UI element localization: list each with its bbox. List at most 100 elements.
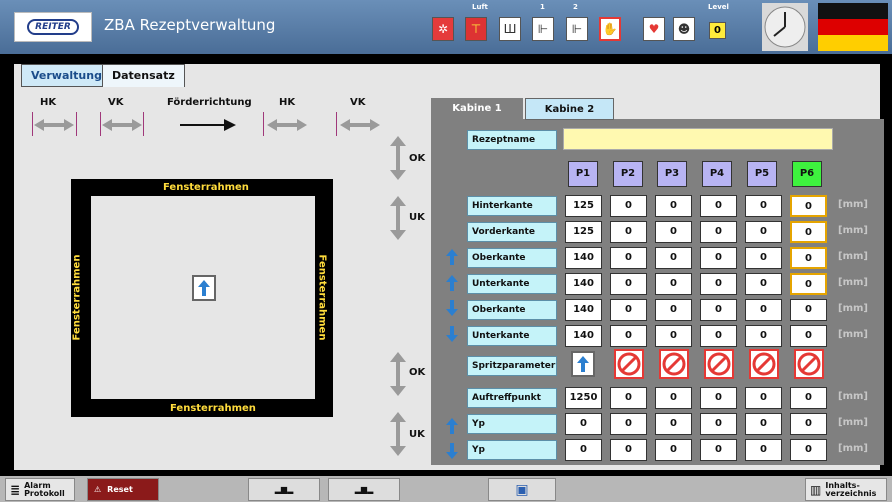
value-field[interactable]: 0: [745, 221, 782, 243]
value-field[interactable]: 0: [610, 299, 647, 321]
row-label: Vorderkante: [467, 222, 557, 242]
value-field[interactable]: 0: [745, 195, 782, 217]
value-field[interactable]: 0: [655, 387, 692, 409]
value-field[interactable]: 0: [610, 439, 647, 461]
value-field[interactable]: 0: [565, 439, 602, 461]
position-header[interactable]: P1: [568, 161, 598, 187]
vertical-arrow-icon: [390, 412, 406, 456]
value-field[interactable]: 0: [745, 273, 782, 295]
valve-2-icon[interactable]: ⊩: [566, 17, 588, 41]
value-field[interactable]: 0: [610, 387, 647, 409]
machine-button-2[interactable]: ▂▆▂: [328, 478, 400, 501]
value-field[interactable]: 0: [745, 299, 782, 321]
value-field[interactable]: 140: [565, 325, 602, 347]
valve-1-icon[interactable]: ⊩: [532, 17, 554, 41]
value-field[interactable]: 125: [565, 221, 602, 243]
value-field[interactable]: 0: [790, 325, 827, 347]
value-field[interactable]: 125: [565, 195, 602, 217]
position-header[interactable]: P3: [657, 161, 687, 187]
fan-icon[interactable]: ✲: [432, 17, 454, 41]
value-field[interactable]: 0: [655, 439, 692, 461]
unit-label: [mm]: [838, 277, 868, 288]
value-field[interactable]: 0: [700, 413, 737, 435]
spray-direction-button[interactable]: [571, 351, 595, 377]
hk-label-2: HK: [279, 97, 296, 108]
value-field[interactable]: 0: [655, 413, 692, 435]
value-field[interactable]: 140: [565, 273, 602, 295]
vk-label: VK: [108, 97, 124, 108]
value-field[interactable]: 0: [610, 413, 647, 435]
value-field[interactable]: 0: [700, 247, 737, 269]
floppy-disk-icon: ▣: [515, 481, 529, 498]
value-field[interactable]: 0: [790, 299, 827, 321]
prohibited-icon[interactable]: [614, 349, 644, 379]
value-field[interactable]: 0: [655, 247, 692, 269]
tab-datensatz[interactable]: Datensatz: [102, 64, 185, 87]
value-field[interactable]: 0: [655, 273, 692, 295]
value-field[interactable]: 0: [655, 221, 692, 243]
save-button[interactable]: ▣: [488, 478, 556, 501]
heater-icon[interactable]: Ш: [499, 17, 521, 41]
tab-kabine-1[interactable]: Kabine 1: [431, 98, 523, 120]
book-icon: ▥: [810, 482, 822, 497]
value-field[interactable]: 0: [610, 273, 647, 295]
tab-verwaltung[interactable]: Verwaltung: [21, 64, 112, 87]
value-field[interactable]: 0: [790, 195, 827, 217]
alarm-protocol-button[interactable]: ≣ Alarm Protokoll: [5, 478, 75, 501]
nozzle-icon[interactable]: ⊤: [465, 17, 487, 41]
value-field[interactable]: 0: [745, 413, 782, 435]
value-field[interactable]: 0: [790, 247, 827, 269]
value-field[interactable]: 0: [745, 439, 782, 461]
prohibited-icon[interactable]: [659, 349, 689, 379]
position-header[interactable]: P2: [613, 161, 643, 187]
value-field[interactable]: 0: [700, 387, 737, 409]
prohibited-icon[interactable]: [749, 349, 779, 379]
value-field[interactable]: 0: [700, 221, 737, 243]
value-field[interactable]: 0: [700, 195, 737, 217]
value-field[interactable]: 0: [745, 325, 782, 347]
value-field[interactable]: 0: [745, 387, 782, 409]
row-label: Yp: [467, 414, 557, 434]
value-field[interactable]: 0: [565, 413, 602, 435]
recipe-name-input[interactable]: [563, 128, 833, 150]
value-field[interactable]: 0: [610, 221, 647, 243]
position-header[interactable]: P4: [702, 161, 732, 187]
uk-label-2: UK: [409, 429, 425, 440]
value-field[interactable]: 0: [700, 273, 737, 295]
arrow-up-icon: [446, 275, 458, 291]
value-field[interactable]: 0: [700, 325, 737, 347]
value-field[interactable]: 0: [745, 247, 782, 269]
german-flag-icon[interactable]: [818, 3, 888, 51]
value-field[interactable]: 0: [610, 247, 647, 269]
index-button[interactable]: ▥ Inhalts- verzeichnis: [805, 478, 887, 501]
value-field[interactable]: 0: [610, 195, 647, 217]
value-field[interactable]: 0: [610, 325, 647, 347]
value-field[interactable]: 140: [565, 247, 602, 269]
value-field[interactable]: 0: [790, 221, 827, 243]
value-field[interactable]: 0: [700, 439, 737, 461]
value-field[interactable]: 0: [790, 413, 827, 435]
value-field[interactable]: 0: [655, 299, 692, 321]
value-field[interactable]: 140: [565, 299, 602, 321]
hand-icon[interactable]: ✋: [599, 17, 621, 41]
value-field[interactable]: 1250: [565, 387, 602, 409]
divider: [76, 112, 77, 136]
warning-icon: ⚠: [94, 485, 102, 494]
machine-button-1[interactable]: ▂▆▂: [248, 478, 320, 501]
value-field[interactable]: 0: [790, 387, 827, 409]
value-field[interactable]: 0: [655, 325, 692, 347]
heart-icon[interactable]: ♥: [643, 17, 665, 41]
value-field[interactable]: 0: [790, 273, 827, 295]
prohibited-icon[interactable]: [704, 349, 734, 379]
uk-label: UK: [409, 212, 425, 223]
prohibited-icon[interactable]: [794, 349, 824, 379]
user-icon[interactable]: ☻: [673, 17, 695, 41]
position-header[interactable]: P5: [747, 161, 777, 187]
value-field[interactable]: 0: [700, 299, 737, 321]
value-field[interactable]: 0: [655, 195, 692, 217]
position-header-active[interactable]: P6: [792, 161, 822, 187]
reset-button[interactable]: ⚠ Reset: [87, 478, 159, 501]
value-field[interactable]: 0: [790, 439, 827, 461]
tab-kabine-2[interactable]: Kabine 2: [525, 98, 614, 120]
direction-up-button[interactable]: [192, 275, 216, 301]
